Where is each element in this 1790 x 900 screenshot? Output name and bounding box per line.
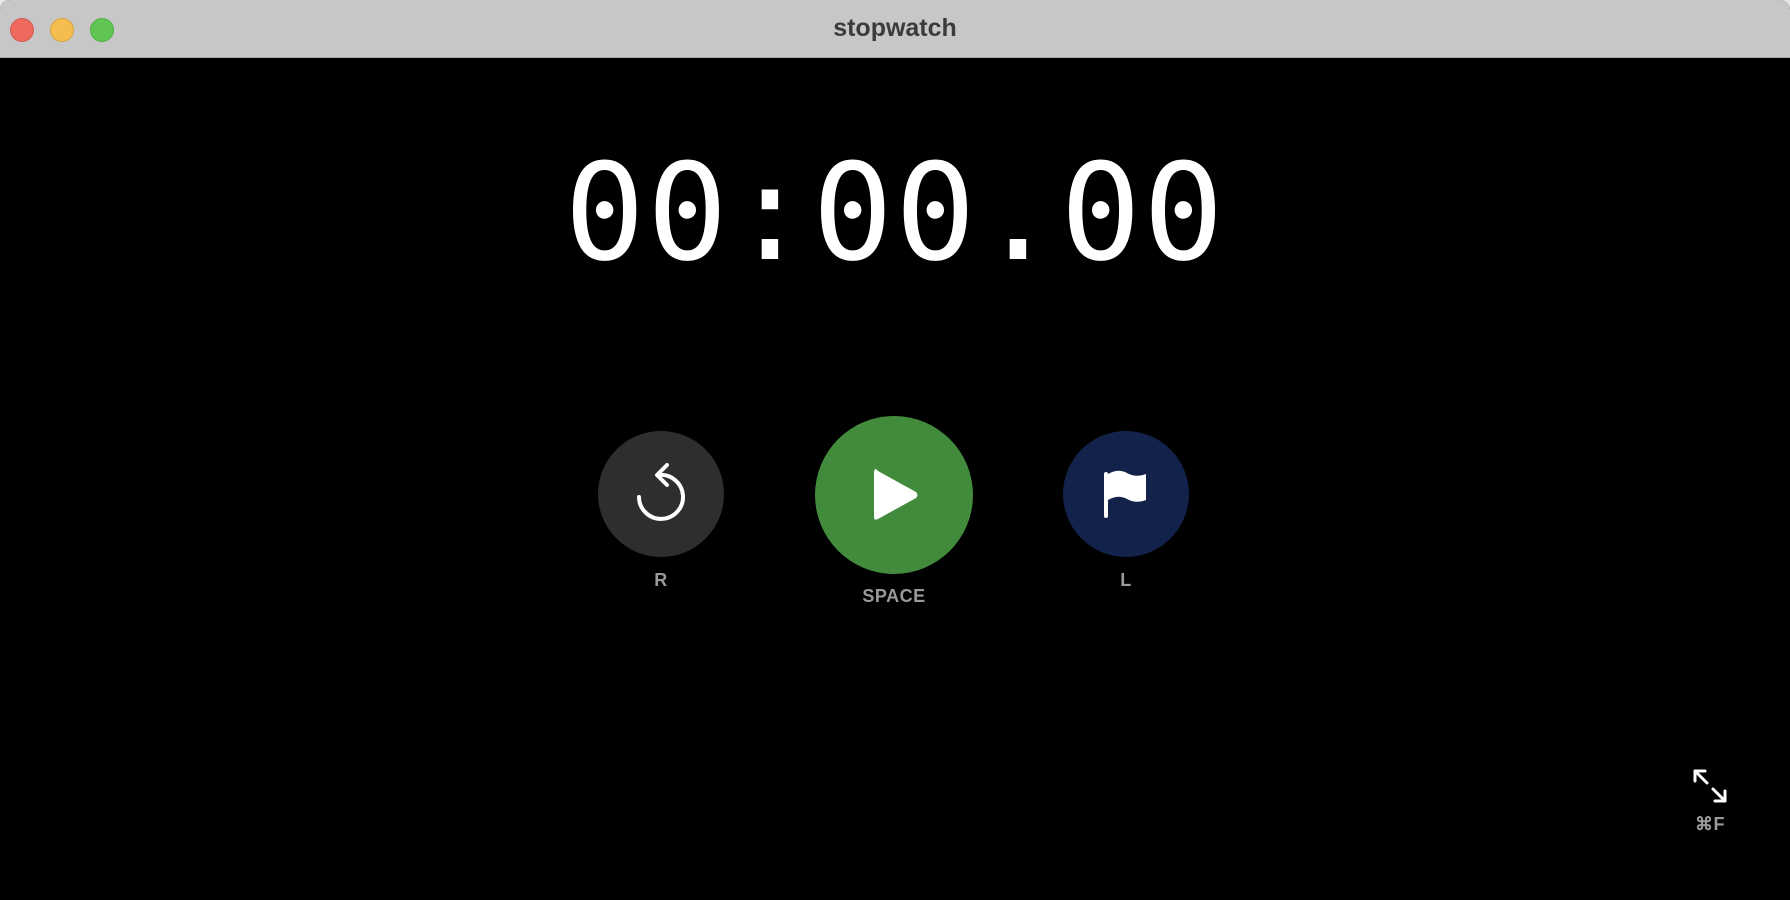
flag-icon	[1104, 470, 1146, 518]
app-window: stopwatch 00:00.00 R SPACE L ⌘F	[0, 0, 1790, 900]
fullscreen-button[interactable]	[1690, 766, 1730, 806]
title-bar[interactable]: stopwatch	[0, 0, 1790, 58]
elapsed-time-display: 00:00.00	[564, 135, 1226, 291]
play-icon	[874, 469, 918, 520]
lap-shortcut-label: L	[1120, 570, 1132, 590]
window-title: stopwatch	[833, 14, 957, 42]
stopwatch-view: 00:00.00 R SPACE L ⌘F	[0, 58, 1790, 900]
expand-icon	[1693, 769, 1727, 803]
reset-button[interactable]	[598, 431, 724, 557]
lap-button[interactable]	[1063, 431, 1189, 557]
fullscreen-shortcut-label: ⌘F	[1695, 814, 1725, 834]
play-button[interactable]	[815, 416, 973, 574]
reset-icon	[637, 463, 685, 521]
play-shortcut-label: SPACE	[862, 586, 926, 606]
reset-shortcut-label: R	[654, 570, 668, 590]
